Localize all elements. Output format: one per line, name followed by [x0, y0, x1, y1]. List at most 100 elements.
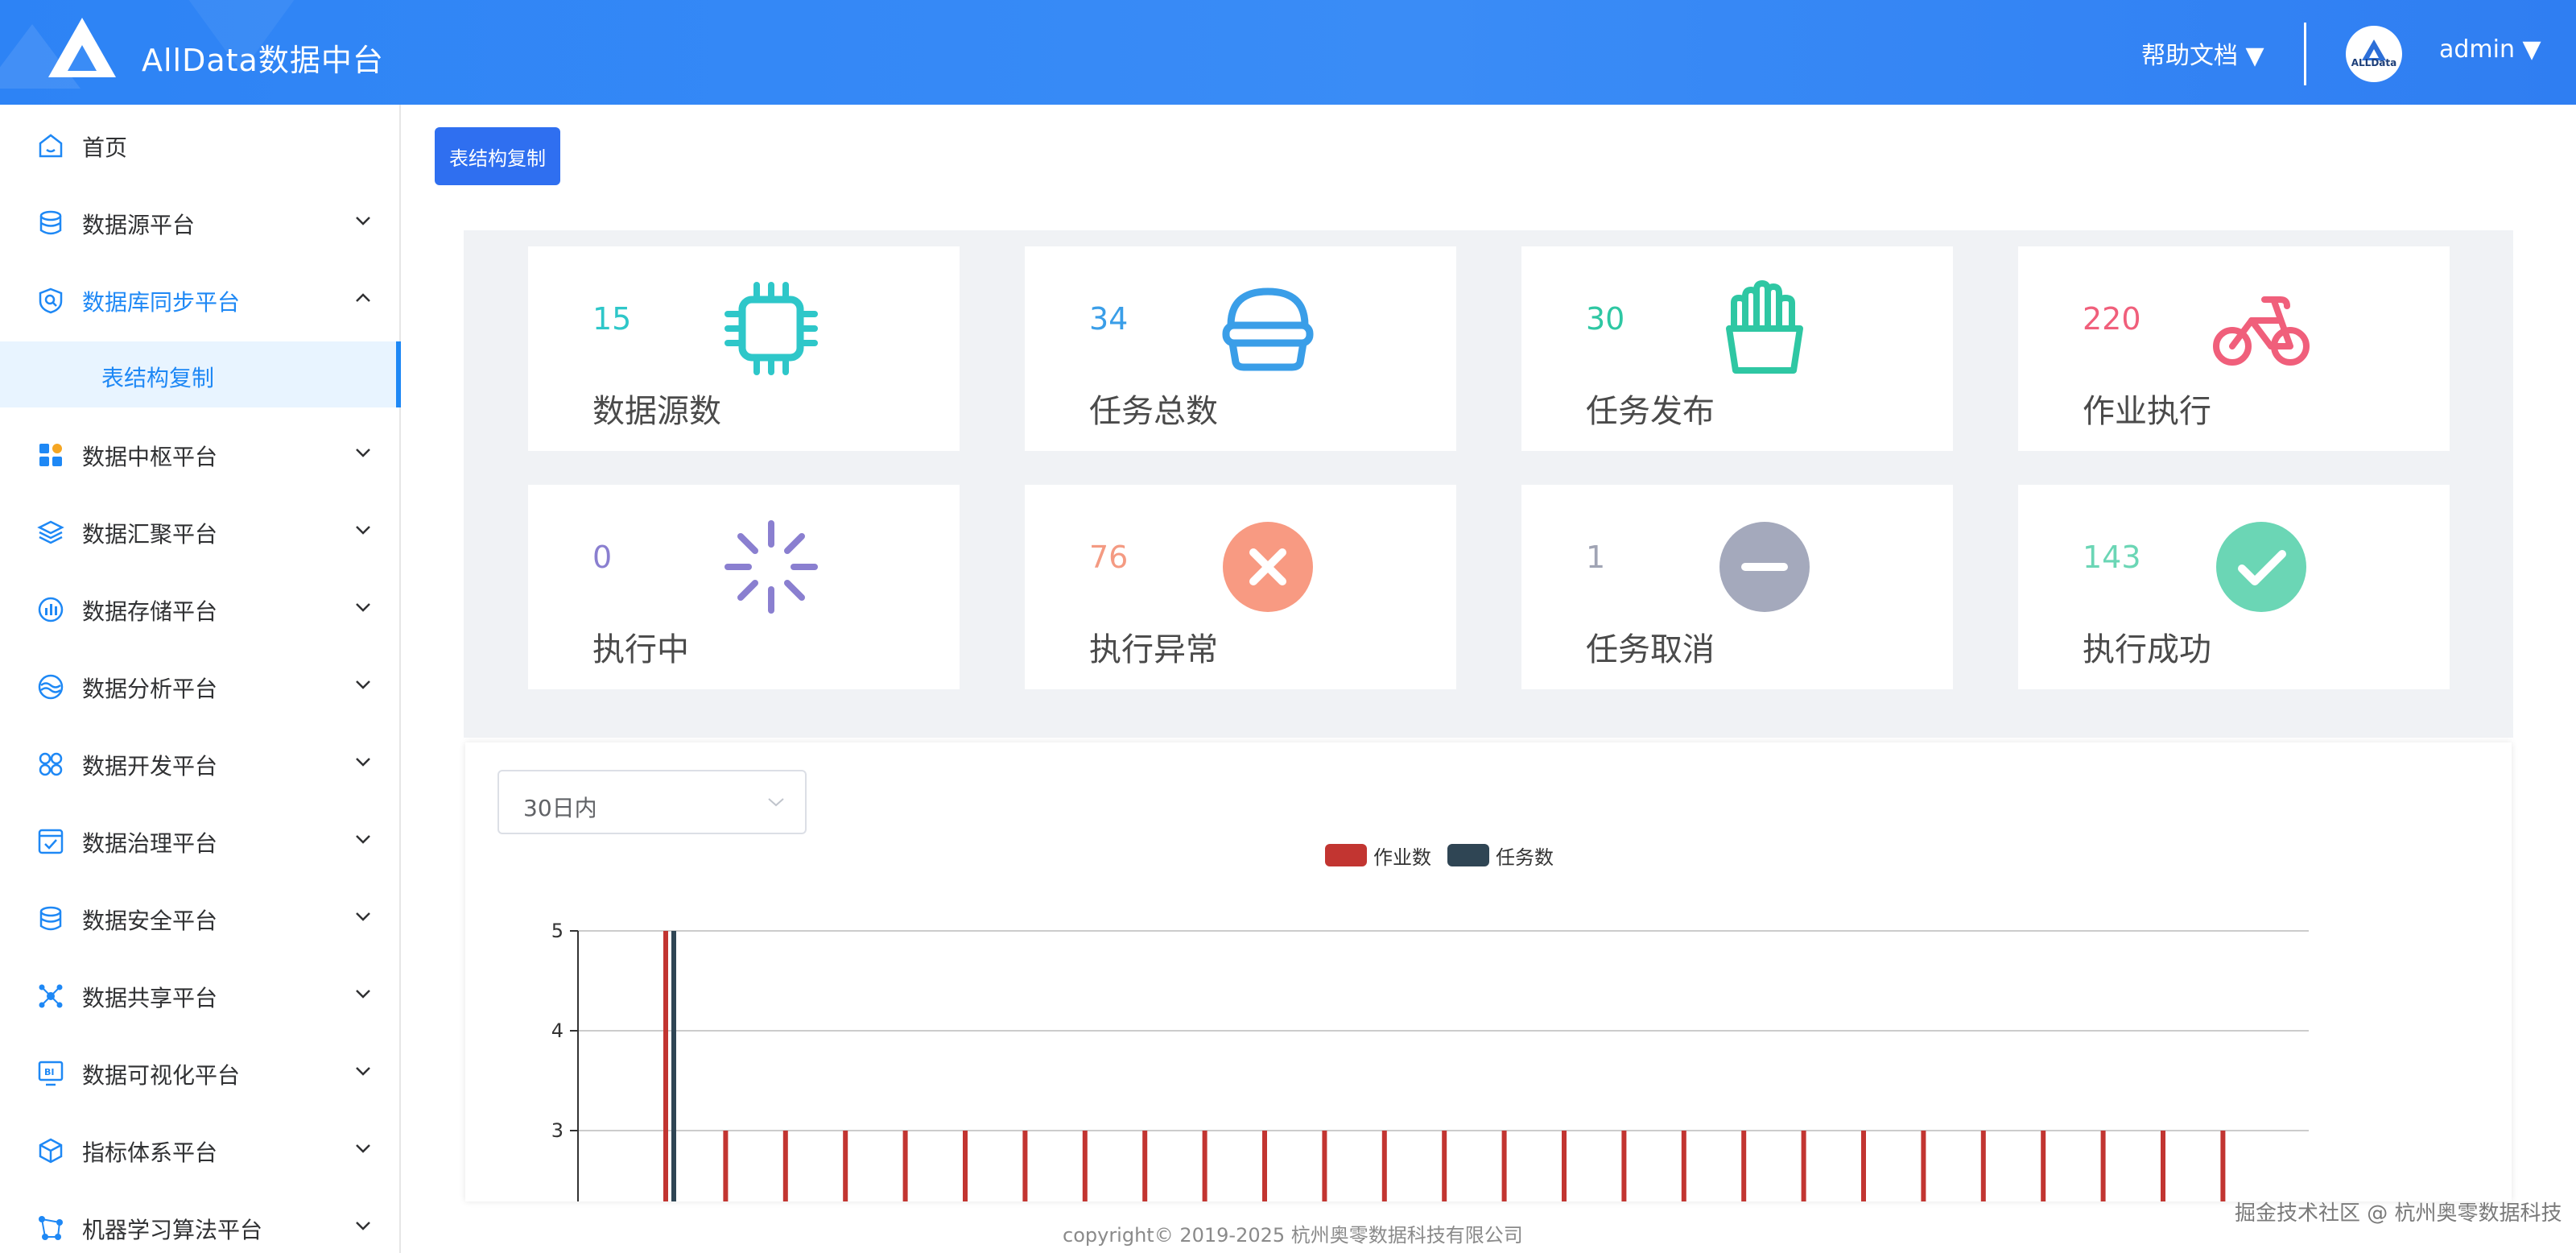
sync-search-icon	[39, 287, 63, 314]
chevron-down-icon	[356, 217, 370, 225]
stat-value: 1	[1586, 540, 1606, 575]
logo-icon[interactable]	[48, 18, 116, 77]
stat-card-tasks-published[interactable]: 30 任务发布	[1521, 246, 1953, 451]
bar-jobs	[1202, 1131, 1208, 1201]
share-icon	[39, 984, 63, 1008]
stat-label: 执行成功	[2083, 631, 2211, 668]
stat-card-job-executions[interactable]: 220 作业执行	[2018, 246, 2450, 451]
bar-jobs	[1801, 1131, 1806, 1201]
stat-label: 任务总数	[1089, 393, 1218, 430]
bar-jobs	[1022, 1131, 1028, 1201]
sidebar-item-metrics[interactable]: 指标体系平台	[0, 1111, 399, 1189]
chevron-down-icon	[356, 1067, 370, 1076]
bar-jobs	[2100, 1131, 2106, 1201]
sidebar-item-data-security[interactable]: 数据安全平台	[0, 879, 399, 957]
sidebar-item-label: 数据库同步平台	[82, 289, 241, 316]
sidebar-item-data-visualization[interactable]: BI 数据可视化平台	[0, 1034, 399, 1111]
minus-circle-icon	[1719, 522, 1810, 612]
sidebar-item-label: 数据开发平台	[82, 753, 218, 780]
sidebar-item-label: 数据分析平台	[82, 676, 218, 702]
storage-chart-icon	[38, 597, 64, 622]
bar-jobs	[1741, 1131, 1747, 1201]
stat-value: 34	[1089, 301, 1129, 337]
sidebar-item-data-analysis[interactable]: 数据分析平台	[0, 647, 399, 725]
sidebar-item-data-hub[interactable]: 数据中枢平台	[0, 416, 399, 493]
sidebar-item-data-collect[interactable]: 数据汇聚平台	[0, 493, 399, 570]
table-copy-button[interactable]: 表结构复制	[435, 127, 560, 185]
stat-label: 数据源数	[592, 393, 721, 430]
bar-jobs	[2041, 1131, 2046, 1201]
chevron-down-icon	[356, 835, 370, 844]
sidebar-item-label: 首页	[82, 134, 128, 161]
bar-jobs	[963, 1131, 968, 1201]
database-icon	[39, 210, 62, 235]
loading-icon	[724, 520, 818, 614]
bar-jobs	[1442, 1131, 1447, 1201]
chevron-down-icon	[356, 449, 370, 457]
avatar[interactable]: ALLData	[2346, 26, 2402, 82]
chevron-down-icon	[356, 758, 370, 767]
bar-jobs	[1921, 1131, 1926, 1201]
chevron-down-icon	[356, 603, 370, 612]
stat-card-cancelled[interactable]: 1 任务取消	[1521, 485, 1953, 689]
bar-jobs	[1681, 1131, 1686, 1201]
sidebar-item-data-share[interactable]: 数据共享平台	[0, 957, 399, 1034]
svg-text:BI: BI	[44, 1067, 54, 1077]
sidebar-item-label: 数据源平台	[82, 212, 196, 238]
stat-value: 15	[592, 301, 632, 337]
security-db-icon	[39, 906, 62, 931]
stat-card-success[interactable]: 143 执行成功	[2018, 485, 2450, 689]
avatar-text: ALLData	[2351, 57, 2397, 68]
bar-jobs	[1381, 1131, 1387, 1201]
bar-jobs	[1082, 1131, 1088, 1201]
sidebar-subitem-table-copy[interactable]: 表结构复制	[0, 341, 401, 407]
stat-value: 0	[592, 540, 613, 575]
chart-panel: 30日内 作业数 任务数 345	[465, 742, 2512, 1201]
stat-label: 执行中	[592, 631, 689, 668]
header-divider	[2304, 23, 2306, 85]
sidebar-item-label: 数据中枢平台	[82, 444, 218, 470]
bar-jobs	[902, 1131, 908, 1201]
help-docs-dropdown[interactable]: 帮助文档 ▼	[2141, 35, 2264, 71]
sidebar-item-data-governance[interactable]: 数据治理平台	[0, 802, 399, 879]
governance-icon	[38, 829, 64, 854]
sidebar-item-db-sync[interactable]: 数据库同步平台	[0, 261, 399, 338]
ml-nodes-icon	[39, 1216, 63, 1240]
sidebar-subitem-label: 表结构复制	[101, 365, 215, 391]
bar-jobs	[1262, 1131, 1267, 1201]
chevron-down-icon	[356, 912, 370, 921]
bicycle-icon	[2213, 296, 2310, 366]
stat-label: 执行异常	[1089, 631, 1218, 668]
sidebar-item-home[interactable]: 首页	[0, 106, 399, 184]
active-indicator	[396, 341, 401, 407]
stat-label: 任务取消	[1586, 631, 1715, 668]
sidebar-item-datasource[interactable]: 数据源平台	[0, 184, 399, 261]
user-menu-dropdown[interactable]: admin ▼	[2439, 35, 2541, 64]
check-circle-icon	[2216, 522, 2306, 612]
app-title: AllData数据中台	[142, 43, 384, 78]
grid-icon	[39, 444, 62, 466]
error-icon	[1223, 522, 1313, 612]
bar-jobs	[1142, 1131, 1148, 1201]
stat-card-errors[interactable]: 76 执行异常	[1025, 485, 1456, 689]
sidebar-item-data-dev[interactable]: 数据开发平台	[0, 725, 399, 802]
cube-icon	[39, 1138, 63, 1164]
stat-card-total-tasks[interactable]: 34 任务总数	[1025, 246, 1456, 451]
stat-value: 76	[1089, 540, 1129, 575]
chevron-down-icon	[356, 1222, 370, 1230]
bar-chart: 3 4 5	[551, 920, 2309, 1201]
stat-card-datasources[interactable]: 15 数据源数	[528, 246, 960, 451]
sidebar-item-data-storage[interactable]: 数据存储平台	[0, 570, 399, 647]
sidebar-item-label: 数据共享平台	[82, 985, 218, 1011]
stat-value: 143	[2083, 540, 2141, 575]
chevron-down-icon	[356, 680, 370, 689]
sidebar-item-ml[interactable]: 机器学习算法平台	[0, 1189, 399, 1253]
bar-jobs	[1621, 1131, 1627, 1201]
stat-card-running[interactable]: 0 执行中	[528, 485, 960, 689]
wave-icon	[38, 674, 64, 700]
chevron-down-icon	[356, 990, 370, 999]
bar-jobs	[663, 931, 668, 1201]
stat-value: 220	[2083, 301, 2141, 337]
sidebar-item-label: 数据治理平台	[82, 830, 218, 857]
chevron-up-icon	[356, 293, 370, 302]
